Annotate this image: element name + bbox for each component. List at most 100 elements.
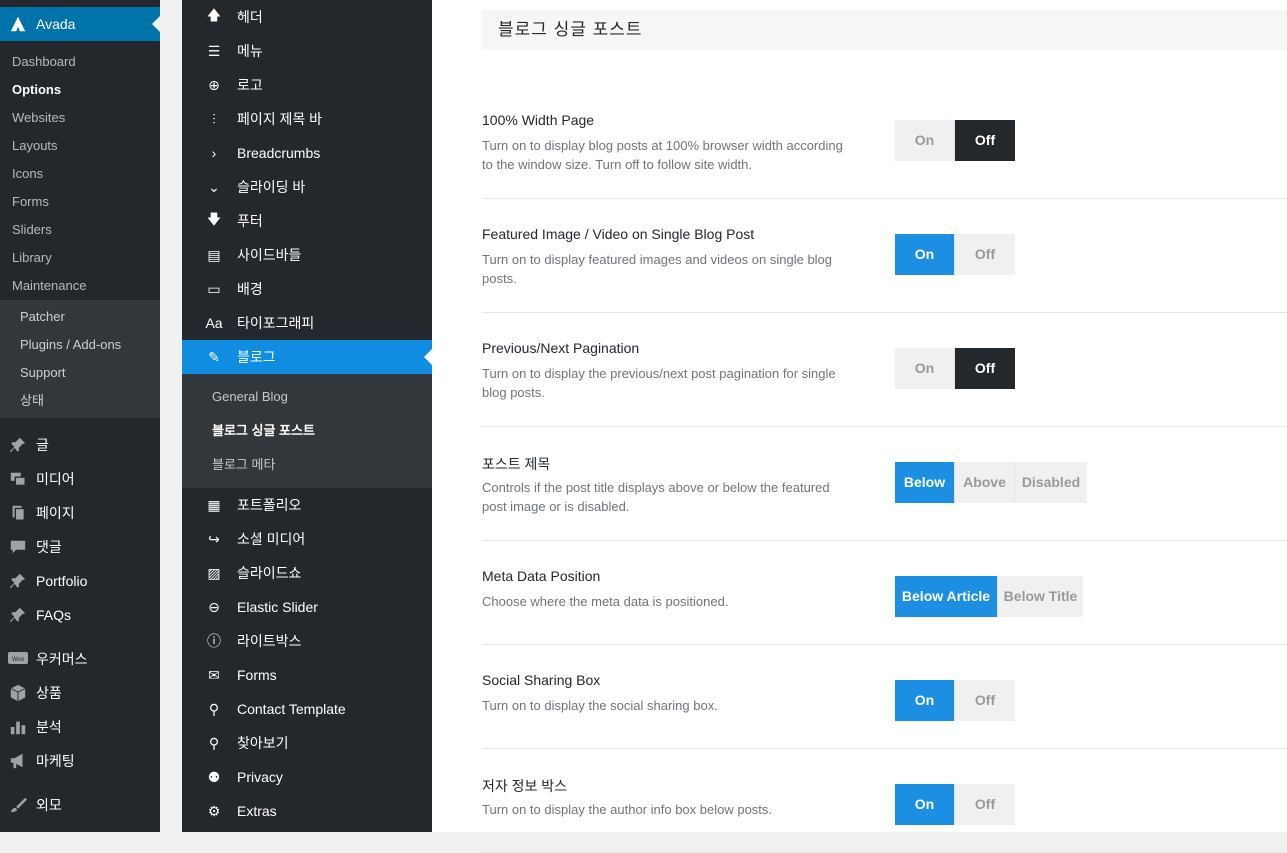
wp-submenu-item[interactable]: Layouts bbox=[0, 132, 160, 160]
option-button[interactable]: Disabled bbox=[1015, 462, 1087, 503]
options-tab[interactable]: › Breadcrumbs bbox=[182, 136, 432, 170]
arrow-up-icon: 🡅 bbox=[206, 7, 222, 23]
option-button[interactable]: Off bbox=[955, 120, 1015, 161]
wp-menu-item[interactable]: 마케팅 bbox=[0, 744, 160, 778]
pin-icon bbox=[8, 605, 28, 625]
options-tab-label: 푸터 bbox=[237, 213, 263, 229]
wp-menu-item[interactable]: FAQs bbox=[0, 598, 160, 632]
wp-menu-item[interactable]: 외모 bbox=[0, 788, 160, 822]
sliders-icon: ⫶ bbox=[212, 110, 216, 127]
option-description: Controls if the post title displays abov… bbox=[482, 480, 830, 514]
option-button[interactable]: Off bbox=[955, 348, 1015, 389]
options-tab[interactable]: ▭ 배경 bbox=[182, 272, 432, 306]
arrow-down-icon: 🡇 bbox=[206, 211, 222, 227]
wp-submenu-item[interactable]: Options bbox=[0, 76, 160, 104]
option-description: Choose where the meta data is positioned… bbox=[482, 594, 729, 609]
option-button[interactable]: Below Title bbox=[998, 576, 1083, 617]
options-tab-label: 메뉴 bbox=[237, 43, 263, 59]
option-description: Turn on to display blog posts at 100% br… bbox=[482, 138, 843, 172]
wp-main-menu: 글 미디어 페이지 댓글 Portfolio FAQs Woo 우커머스 상품 분석마케팅외모 bbox=[0, 428, 160, 822]
options-tab[interactable]: ⫶ 페이지 제목 바 bbox=[182, 102, 432, 136]
options-tab[interactable]: 🡅 헤더 bbox=[182, 0, 432, 34]
options-tab[interactable]: ⚲ Contact Template bbox=[182, 692, 432, 726]
option-button[interactable]: Off bbox=[955, 784, 1015, 825]
options-tab[interactable]: ⚲ 찾아보기 bbox=[182, 726, 432, 760]
option-description: Turn on to display featured images and v… bbox=[482, 252, 833, 286]
wp-menu-item[interactable]: 페이지 bbox=[0, 496, 160, 530]
option-button[interactable]: On bbox=[895, 680, 955, 721]
options-tab[interactable]: ▤ 사이드바들 bbox=[182, 238, 432, 272]
option-button[interactable]: Above bbox=[955, 462, 1015, 503]
options-tab[interactable]: ⓘ 라이트박스 bbox=[182, 624, 432, 658]
options-tab[interactable]: ✉ Forms bbox=[182, 658, 432, 692]
sidebar-icon: ▤ bbox=[207, 246, 221, 263]
wp-menu-item-label: 마케팅 bbox=[36, 753, 75, 769]
options-tab[interactable]: ⌄ 슬라이딩 바 bbox=[182, 170, 432, 204]
option-button[interactable]: On bbox=[895, 120, 955, 161]
option-label: Previous/Next Pagination bbox=[482, 340, 640, 356]
page-icon bbox=[8, 503, 28, 523]
option-button[interactable]: Off bbox=[955, 680, 1015, 721]
options-tab-label: Privacy bbox=[237, 769, 283, 785]
wp-submenu-item[interactable]: Sliders bbox=[0, 216, 160, 244]
options-tab[interactable]: ▦ 포트폴리오 bbox=[182, 488, 432, 522]
options-tab[interactable]: 🡇 푸터 bbox=[182, 204, 432, 238]
wp-submenu-item[interactable]: Dashboard bbox=[0, 48, 160, 76]
option-label: 포스트 제목 bbox=[482, 456, 551, 472]
options-tab[interactable]: ⊖ Elastic Slider bbox=[182, 590, 432, 624]
options-tab-label: 슬라이딩 바 bbox=[237, 179, 306, 195]
option-button[interactable]: On bbox=[895, 784, 955, 825]
wp-menu-item[interactable]: 미디어 bbox=[0, 462, 160, 496]
wp-menu-item-label: Portfolio bbox=[36, 573, 88, 589]
option-description: Turn on to display the previous/next pos… bbox=[482, 366, 836, 400]
wp-menu-item[interactable]: 댓글 bbox=[0, 530, 160, 564]
option-label: Meta Data Position bbox=[482, 568, 601, 584]
options-tab[interactable]: ↪ 소셜 미디어 bbox=[182, 522, 432, 556]
blog-subtab[interactable]: 블로그 싱글 포스트 bbox=[182, 414, 432, 448]
options-tab[interactable]: ⊕ 로고 bbox=[182, 68, 432, 102]
options-tab[interactable]: ▨ 슬라이드쇼 bbox=[182, 556, 432, 590]
option-label: Social Sharing Box bbox=[482, 672, 601, 688]
options-tab[interactable]: ⚙ Extras bbox=[182, 794, 432, 828]
maintenance-submenu-item[interactable]: Patcher bbox=[0, 303, 160, 331]
maintenance-submenu-item[interactable]: Plugins / Add-ons bbox=[0, 331, 160, 359]
blog-subtab[interactable]: 블로그 메타 bbox=[182, 448, 432, 482]
wp-submenu-item[interactable]: Library bbox=[0, 244, 160, 272]
options-tab[interactable]: ✎ 블로그 bbox=[182, 340, 432, 374]
option-button-group: On Off bbox=[895, 234, 1015, 275]
wp-submenu-item[interactable]: Forms bbox=[0, 188, 160, 216]
options-panel: 블로그 싱글 포스트 100% Width Page Turn on to dis… bbox=[432, 0, 1287, 853]
maintenance-submenu-item[interactable]: 상태 bbox=[0, 387, 160, 415]
options-tab[interactable]: ⚉ Privacy bbox=[182, 760, 432, 794]
blog-subtab[interactable]: General Blog bbox=[182, 380, 432, 414]
options-tab[interactable]: Aa 타이포그래피 bbox=[182, 306, 432, 340]
options-tab-label: 블로그 bbox=[237, 349, 276, 365]
wp-menu-item-label: 우커머스 bbox=[36, 651, 88, 667]
avada-menu-item[interactable]: Avada bbox=[0, 7, 160, 41]
option-description: Turn on to display the social sharing bo… bbox=[482, 698, 718, 713]
maintenance-submenu-item[interactable]: Support bbox=[0, 359, 160, 387]
wp-menu-item[interactable]: 분석 bbox=[0, 710, 160, 744]
wp-menu-item[interactable]: Woo 우커머스 bbox=[0, 642, 160, 676]
wp-menu-item[interactable]: 글 bbox=[0, 428, 160, 462]
options-tab[interactable]: ☰ 메뉴 bbox=[182, 34, 432, 68]
wp-menu-item[interactable]: Portfolio bbox=[0, 564, 160, 598]
option-button[interactable]: Below bbox=[895, 462, 955, 503]
option-row: Featured Image / Video on Single Blog Po… bbox=[482, 199, 1287, 313]
option-button[interactable]: Below Article bbox=[895, 576, 998, 617]
chevron-down-icon: ⌄ bbox=[208, 178, 220, 195]
media-icon bbox=[8, 469, 28, 489]
wp-submenu-item[interactable]: Icons bbox=[0, 160, 160, 188]
chart-icon bbox=[8, 717, 28, 737]
option-button[interactable]: Off bbox=[955, 234, 1015, 275]
option-row: Previous/Next Pagination Turn on to displ… bbox=[482, 313, 1287, 427]
wp-submenu-item[interactable]: Websites bbox=[0, 104, 160, 132]
wp-submenu-item[interactable]: Maintenance bbox=[0, 272, 160, 300]
options-tab-label: Elastic Slider bbox=[237, 599, 318, 615]
option-label: 100% Width Page bbox=[482, 112, 595, 128]
option-button-group: Below Article Below Title bbox=[895, 576, 1083, 617]
options-tab-label: Extras bbox=[237, 803, 277, 819]
option-button[interactable]: On bbox=[895, 348, 955, 389]
option-button[interactable]: On bbox=[895, 234, 955, 275]
wp-menu-item[interactable]: 상품 bbox=[0, 676, 160, 710]
